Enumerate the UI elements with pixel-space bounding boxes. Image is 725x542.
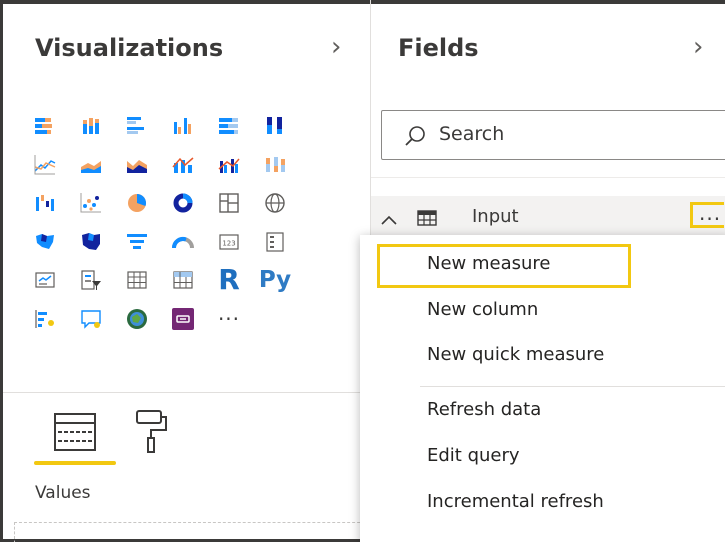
multi-row-card-icon[interactable] (258, 224, 292, 260)
shape-map-icon[interactable] (74, 224, 108, 260)
waterfall-chart-icon[interactable] (28, 185, 62, 221)
slicer-icon[interactable] (74, 262, 108, 298)
menu-item-incremental-refresh[interactable]: Incremental refresh (427, 491, 604, 512)
table-context-menu: New measure New column New quick measure… (360, 235, 725, 542)
menu-item-refresh-data[interactable]: Refresh data (427, 399, 541, 420)
active-tab-indicator (34, 461, 116, 465)
pane-divider (3, 392, 370, 393)
map-icon[interactable] (258, 185, 292, 221)
area-chart-icon[interactable] (74, 147, 108, 183)
r-script-visual-icon[interactable]: R (212, 262, 246, 298)
ribbon-chart-icon[interactable] (258, 147, 292, 183)
table-icon[interactable] (120, 262, 154, 298)
funnel-icon[interactable] (120, 224, 154, 260)
stacked-column-chart-icon[interactable] (74, 108, 108, 144)
fields-pane-title: Fields (398, 34, 479, 62)
format-paintroller-icon[interactable] (134, 408, 170, 458)
search-icon (404, 125, 426, 151)
stacked-area-chart-icon[interactable] (120, 147, 154, 183)
more-visuals-icon[interactable]: ··· (212, 301, 246, 337)
filled-map-icon[interactable] (28, 224, 62, 260)
menu-item-new-column[interactable]: New column (427, 299, 538, 320)
values-drop-zone[interactable] (14, 522, 375, 542)
100-stacked-bar-chart-icon[interactable] (212, 108, 246, 144)
svg-text:123: 123 (222, 239, 235, 247)
custom-visual-icon[interactable] (166, 301, 200, 337)
arcgis-map-icon[interactable] (120, 301, 154, 337)
search-placeholder: Search (439, 123, 505, 145)
fields-divider (371, 177, 725, 178)
table-icon (417, 210, 437, 230)
chevron-up-icon[interactable] (381, 211, 397, 230)
menu-item-edit-query[interactable]: Edit query (427, 445, 520, 466)
table-row-input[interactable]: Input (371, 196, 725, 238)
qa-visual-icon[interactable] (74, 301, 108, 337)
key-influencers-icon[interactable] (28, 301, 62, 337)
fields-search-input[interactable]: Search (381, 110, 725, 160)
pie-chart-icon[interactable] (120, 185, 154, 221)
line-chart-icon[interactable] (28, 147, 62, 183)
menu-item-new-measure[interactable]: New measure (427, 253, 551, 274)
line-and-stacked-column-chart-icon[interactable] (166, 147, 200, 183)
scatter-chart-icon[interactable] (74, 185, 108, 221)
treemap-icon[interactable] (212, 185, 246, 221)
values-well-label: Values (35, 483, 91, 503)
visualizations-pane-title: Visualizations (35, 34, 224, 62)
table-name: Input (472, 206, 519, 227)
clustered-column-chart-icon[interactable] (166, 108, 200, 144)
fields-tab-icon[interactable] (53, 412, 97, 456)
donut-chart-icon[interactable] (166, 185, 200, 221)
python-visual-icon[interactable]: Py (258, 262, 292, 298)
clustered-bar-chart-icon[interactable] (120, 108, 154, 144)
stacked-bar-chart-icon[interactable] (28, 108, 62, 144)
more-options-icon: ... (699, 201, 722, 225)
menu-separator (420, 386, 725, 387)
gauge-icon[interactable] (166, 224, 200, 260)
matrix-icon[interactable] (166, 262, 200, 298)
more-options-button[interactable]: ... (690, 201, 724, 228)
kpi-icon[interactable] (28, 262, 62, 298)
power-bi-report-panes: Visualizations › 123 R Py ··· Values Fie… (0, 0, 725, 542)
menu-item-new-quick-measure[interactable]: New quick measure (427, 344, 604, 365)
chevron-right-icon[interactable]: › (331, 32, 341, 62)
chevron-right-icon[interactable]: › (693, 32, 703, 62)
window-edge-left (0, 0, 3, 542)
window-edge-top (0, 0, 725, 4)
100-stacked-column-chart-icon[interactable] (258, 108, 292, 144)
visualization-icons-grid: 123 R Py ··· (28, 108, 292, 337)
line-and-clustered-column-chart-icon[interactable] (212, 147, 246, 183)
card-icon[interactable]: 123 (212, 224, 246, 260)
